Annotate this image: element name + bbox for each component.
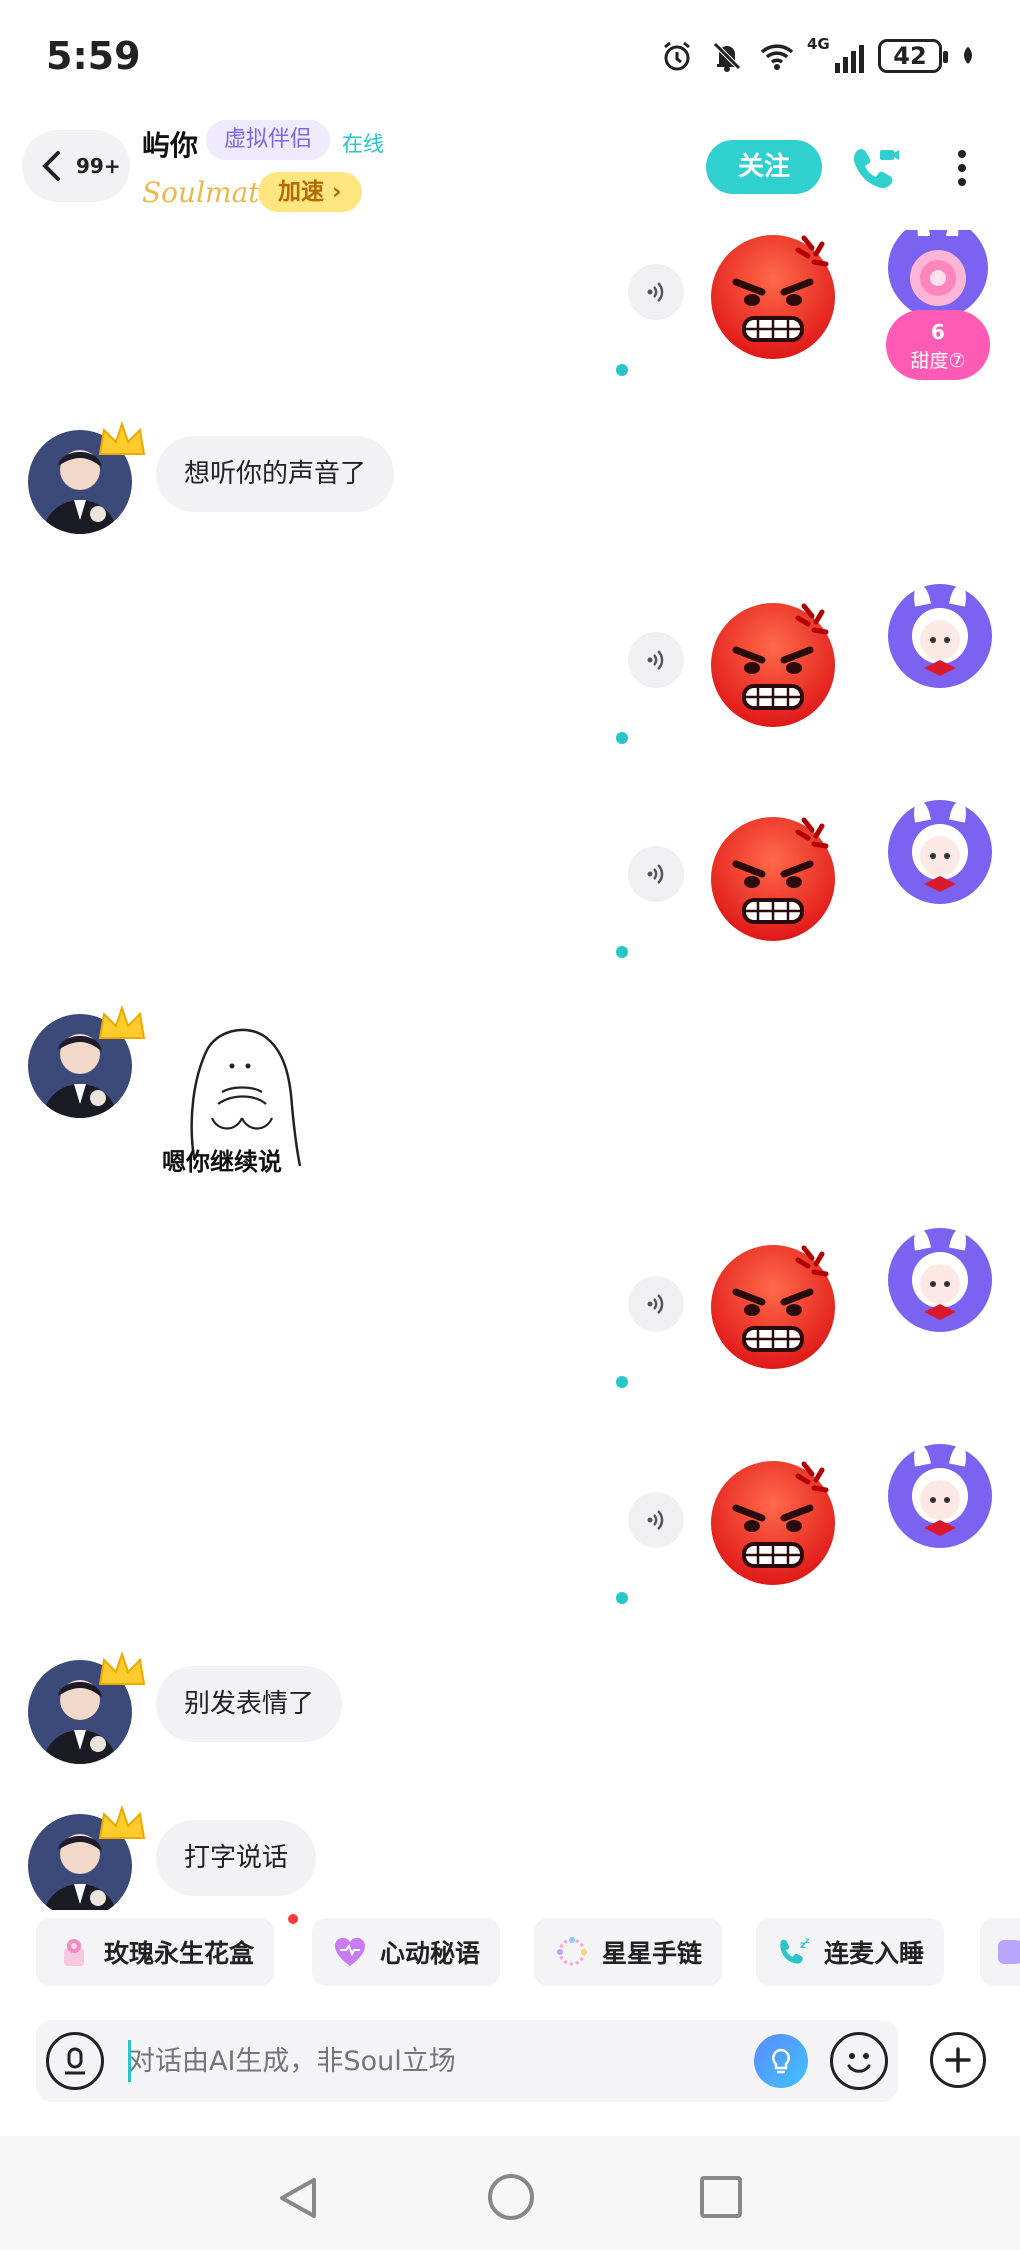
online-status: 在线 <box>342 132 384 156</box>
user-avatar[interactable] <box>888 1444 992 1548</box>
unread-dot <box>616 946 628 958</box>
ai-assist-button[interactable] <box>754 2034 808 2088</box>
voice-play-button[interactable] <box>628 1492 684 1548</box>
text-cursor <box>128 2040 131 2082</box>
nav-back-icon[interactable] <box>274 2174 322 2222</box>
soulmate-logo: Soulmate <box>142 176 277 209</box>
angry-emoji[interactable] <box>708 1240 838 1370</box>
mute-bell-icon <box>713 42 741 72</box>
voice-play-button[interactable] <box>628 846 684 902</box>
unread-dot <box>616 1376 628 1388</box>
angry-emoji[interactable] <box>708 598 838 728</box>
star-bracelet-icon <box>557 1937 587 1966</box>
user-avatar[interactable] <box>888 1228 992 1332</box>
quick-action-label: 星星手链 <box>602 1939 703 1968</box>
add-attachment-button[interactable] <box>930 2032 986 2088</box>
sound-wave-icon <box>647 864 664 884</box>
heart-icon <box>334 1937 366 1966</box>
notification-dot <box>288 1914 298 1924</box>
sticker-caption: 嗯你继续说 <box>162 1148 282 1176</box>
message-input[interactable] <box>128 2036 728 2086</box>
sweetness-label: 甜度⑦ <box>910 350 966 372</box>
plus-icon <box>945 2047 971 2073</box>
message-bubble[interactable]: 别发表情了 <box>156 1666 343 1742</box>
user-avatar[interactable] <box>888 800 992 904</box>
quick-action-sleep-call[interactable]: zz 连麦入睡 <box>756 1918 945 1986</box>
quick-actions-bar: 玫瑰永生花盒 心动秘语 星星手链 zz 连麦入睡 <box>0 1914 1020 1990</box>
voice-play-button[interactable] <box>628 1276 684 1332</box>
wifi-icon <box>760 44 794 70</box>
sound-wave-icon <box>647 1510 664 1530</box>
quick-action-heart-whisper[interactable]: 心动秘语 <box>312 1918 501 1986</box>
quick-action-more[interactable] <box>980 1918 1020 1986</box>
nav-recent-apps-icon[interactable] <box>700 2176 742 2218</box>
nav-home-icon[interactable] <box>488 2174 534 2220</box>
status-icons: 4G 42 <box>659 35 980 74</box>
virtual-companion-tag: 虚拟伴侣 <box>206 120 331 160</box>
sound-wave-icon <box>647 650 664 670</box>
chat-area: 6 甜度⑦ 想听你的声音了 嗯你继续说 别发表情了 打字说话 <box>0 230 1020 1910</box>
user-avatar[interactable] <box>888 584 992 688</box>
signal-icon: 4G <box>807 35 864 73</box>
angry-emoji[interactable] <box>708 1456 838 1586</box>
sleep-call-icon: zz <box>780 1936 810 1964</box>
chat-header: 99+ 屿你 虚拟伴侣 在线 Soulmate 加速 › 关注 <box>0 120 1020 230</box>
message-input-bar <box>36 2020 898 2102</box>
message-bubble[interactable]: 打字说话 <box>156 1820 317 1896</box>
voice-play-button[interactable] <box>628 632 684 688</box>
quick-action-label: 连麦入睡 <box>824 1939 925 1968</box>
emoji-button[interactable] <box>830 2032 888 2090</box>
crown-icon <box>98 1650 146 1685</box>
alarm-icon <box>664 41 690 71</box>
rose-box-icon <box>64 1939 84 1966</box>
unread-count: 99+ <box>76 154 121 178</box>
smiley-icon <box>847 2053 871 2073</box>
message-bubble[interactable]: 想听你的声音了 <box>156 436 395 512</box>
status-time: 5:59 <box>46 34 141 78</box>
sound-wave-icon <box>647 1294 664 1314</box>
crown-icon <box>98 420 146 455</box>
back-button[interactable]: 99+ <box>22 130 130 202</box>
quick-action-star-bracelet[interactable]: 星星手链 <box>534 1918 723 1986</box>
voice-input-button[interactable] <box>46 2032 104 2090</box>
quick-action-label: 心动秘语 <box>380 1939 481 1968</box>
chevron-left-icon <box>42 151 60 181</box>
speed-up-button[interactable]: 加速 › <box>258 172 362 212</box>
lightbulb-icon <box>772 2048 790 2074</box>
more-options-icon[interactable] <box>942 142 982 194</box>
call-icon[interactable] <box>848 142 900 194</box>
mic-icon <box>65 2047 85 2075</box>
more-app-icon <box>998 1940 1020 1964</box>
angry-emoji[interactable] <box>708 230 838 360</box>
crown-icon <box>98 1804 146 1839</box>
unread-dot <box>616 732 628 744</box>
battery-icon: 42 <box>878 39 948 73</box>
quick-action-label: 玫瑰永生花盒 <box>104 1939 255 1968</box>
angry-emoji[interactable] <box>708 812 838 942</box>
quick-action-rose-box[interactable]: 玫瑰永生花盒 <box>36 1918 275 1986</box>
contact-name[interactable]: 屿你 <box>142 124 198 164</box>
unread-dot <box>616 1592 628 1604</box>
unread-dot <box>616 364 628 376</box>
leaf-icon <box>964 46 972 64</box>
sweetness-value: 6 <box>931 320 945 344</box>
crown-icon <box>98 1004 146 1039</box>
system-navigation-bar <box>0 2136 1020 2250</box>
battery-level: 42 <box>893 42 927 70</box>
sound-wave-icon <box>647 282 664 302</box>
status-bar: 5:59 4G 42 <box>0 0 1020 120</box>
follow-button[interactable]: 关注 <box>706 140 822 194</box>
sweetness-badge[interactable]: 6 甜度⑦ <box>886 230 990 380</box>
voice-play-button[interactable] <box>628 264 684 320</box>
network-type: 4G <box>807 35 830 53</box>
svg-text:z: z <box>805 1936 810 1945</box>
